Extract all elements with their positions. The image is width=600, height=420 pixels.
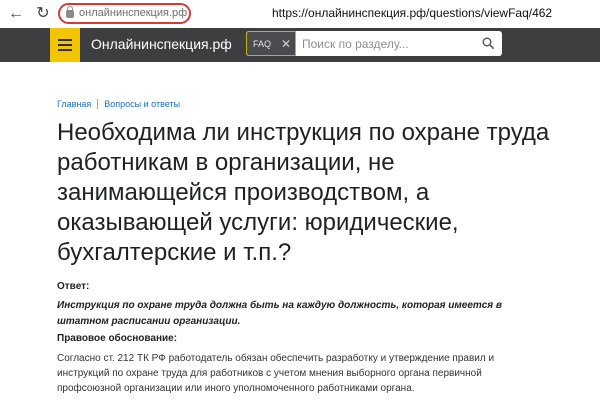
site-info-chip[interactable]: онлайнинспекция.рф <box>58 3 191 24</box>
legal-basis-label: Правовое обоснование: <box>57 333 178 344</box>
search-icon[interactable] <box>482 37 494 49</box>
search-input[interactable] <box>298 31 474 56</box>
breadcrumb: Главная Вопросы и ответы <box>57 99 180 109</box>
search-box: FAQ ✕ <box>246 31 502 56</box>
answer-text: Инструкция по охране труда должна быть н… <box>57 300 502 327</box>
legal-basis-text: Согласно ст. 212 ТК РФ работодатель обяз… <box>57 353 495 394</box>
breadcrumb-home-link[interactable]: Главная <box>57 99 91 109</box>
faq-filter-tag[interactable]: FAQ ✕ <box>246 31 296 56</box>
answer-label: Ответ: <box>57 281 90 292</box>
site-header: Онлайнинспекция.рф FAQ ✕ <box>0 28 600 62</box>
lock-icon <box>66 6 74 18</box>
site-logo[interactable]: Онлайнинспекция.рф <box>91 36 232 52</box>
address-bar-url[interactable]: https://онлайнинспекция.рф/questions/vie… <box>272 6 552 20</box>
close-icon[interactable]: ✕ <box>281 37 291 51</box>
hamburger-menu-icon[interactable] <box>50 28 80 62</box>
faq-tag-label: FAQ <box>253 39 272 49</box>
breadcrumb-separator <box>97 99 99 109</box>
breadcrumb-faq-link[interactable]: Вопросы и ответы <box>104 99 180 109</box>
back-arrow-icon[interactable]: ← <box>6 4 26 24</box>
reload-icon[interactable]: ↻ <box>33 4 53 24</box>
page-title: Необходима ли инструкция по охране труда… <box>57 119 550 266</box>
browser-toolbar: ← ↻ онлайнинспекция.рф https://онлайнинс… <box>0 0 600 28</box>
domain-label: онлайнинспекция.рф <box>79 7 188 19</box>
